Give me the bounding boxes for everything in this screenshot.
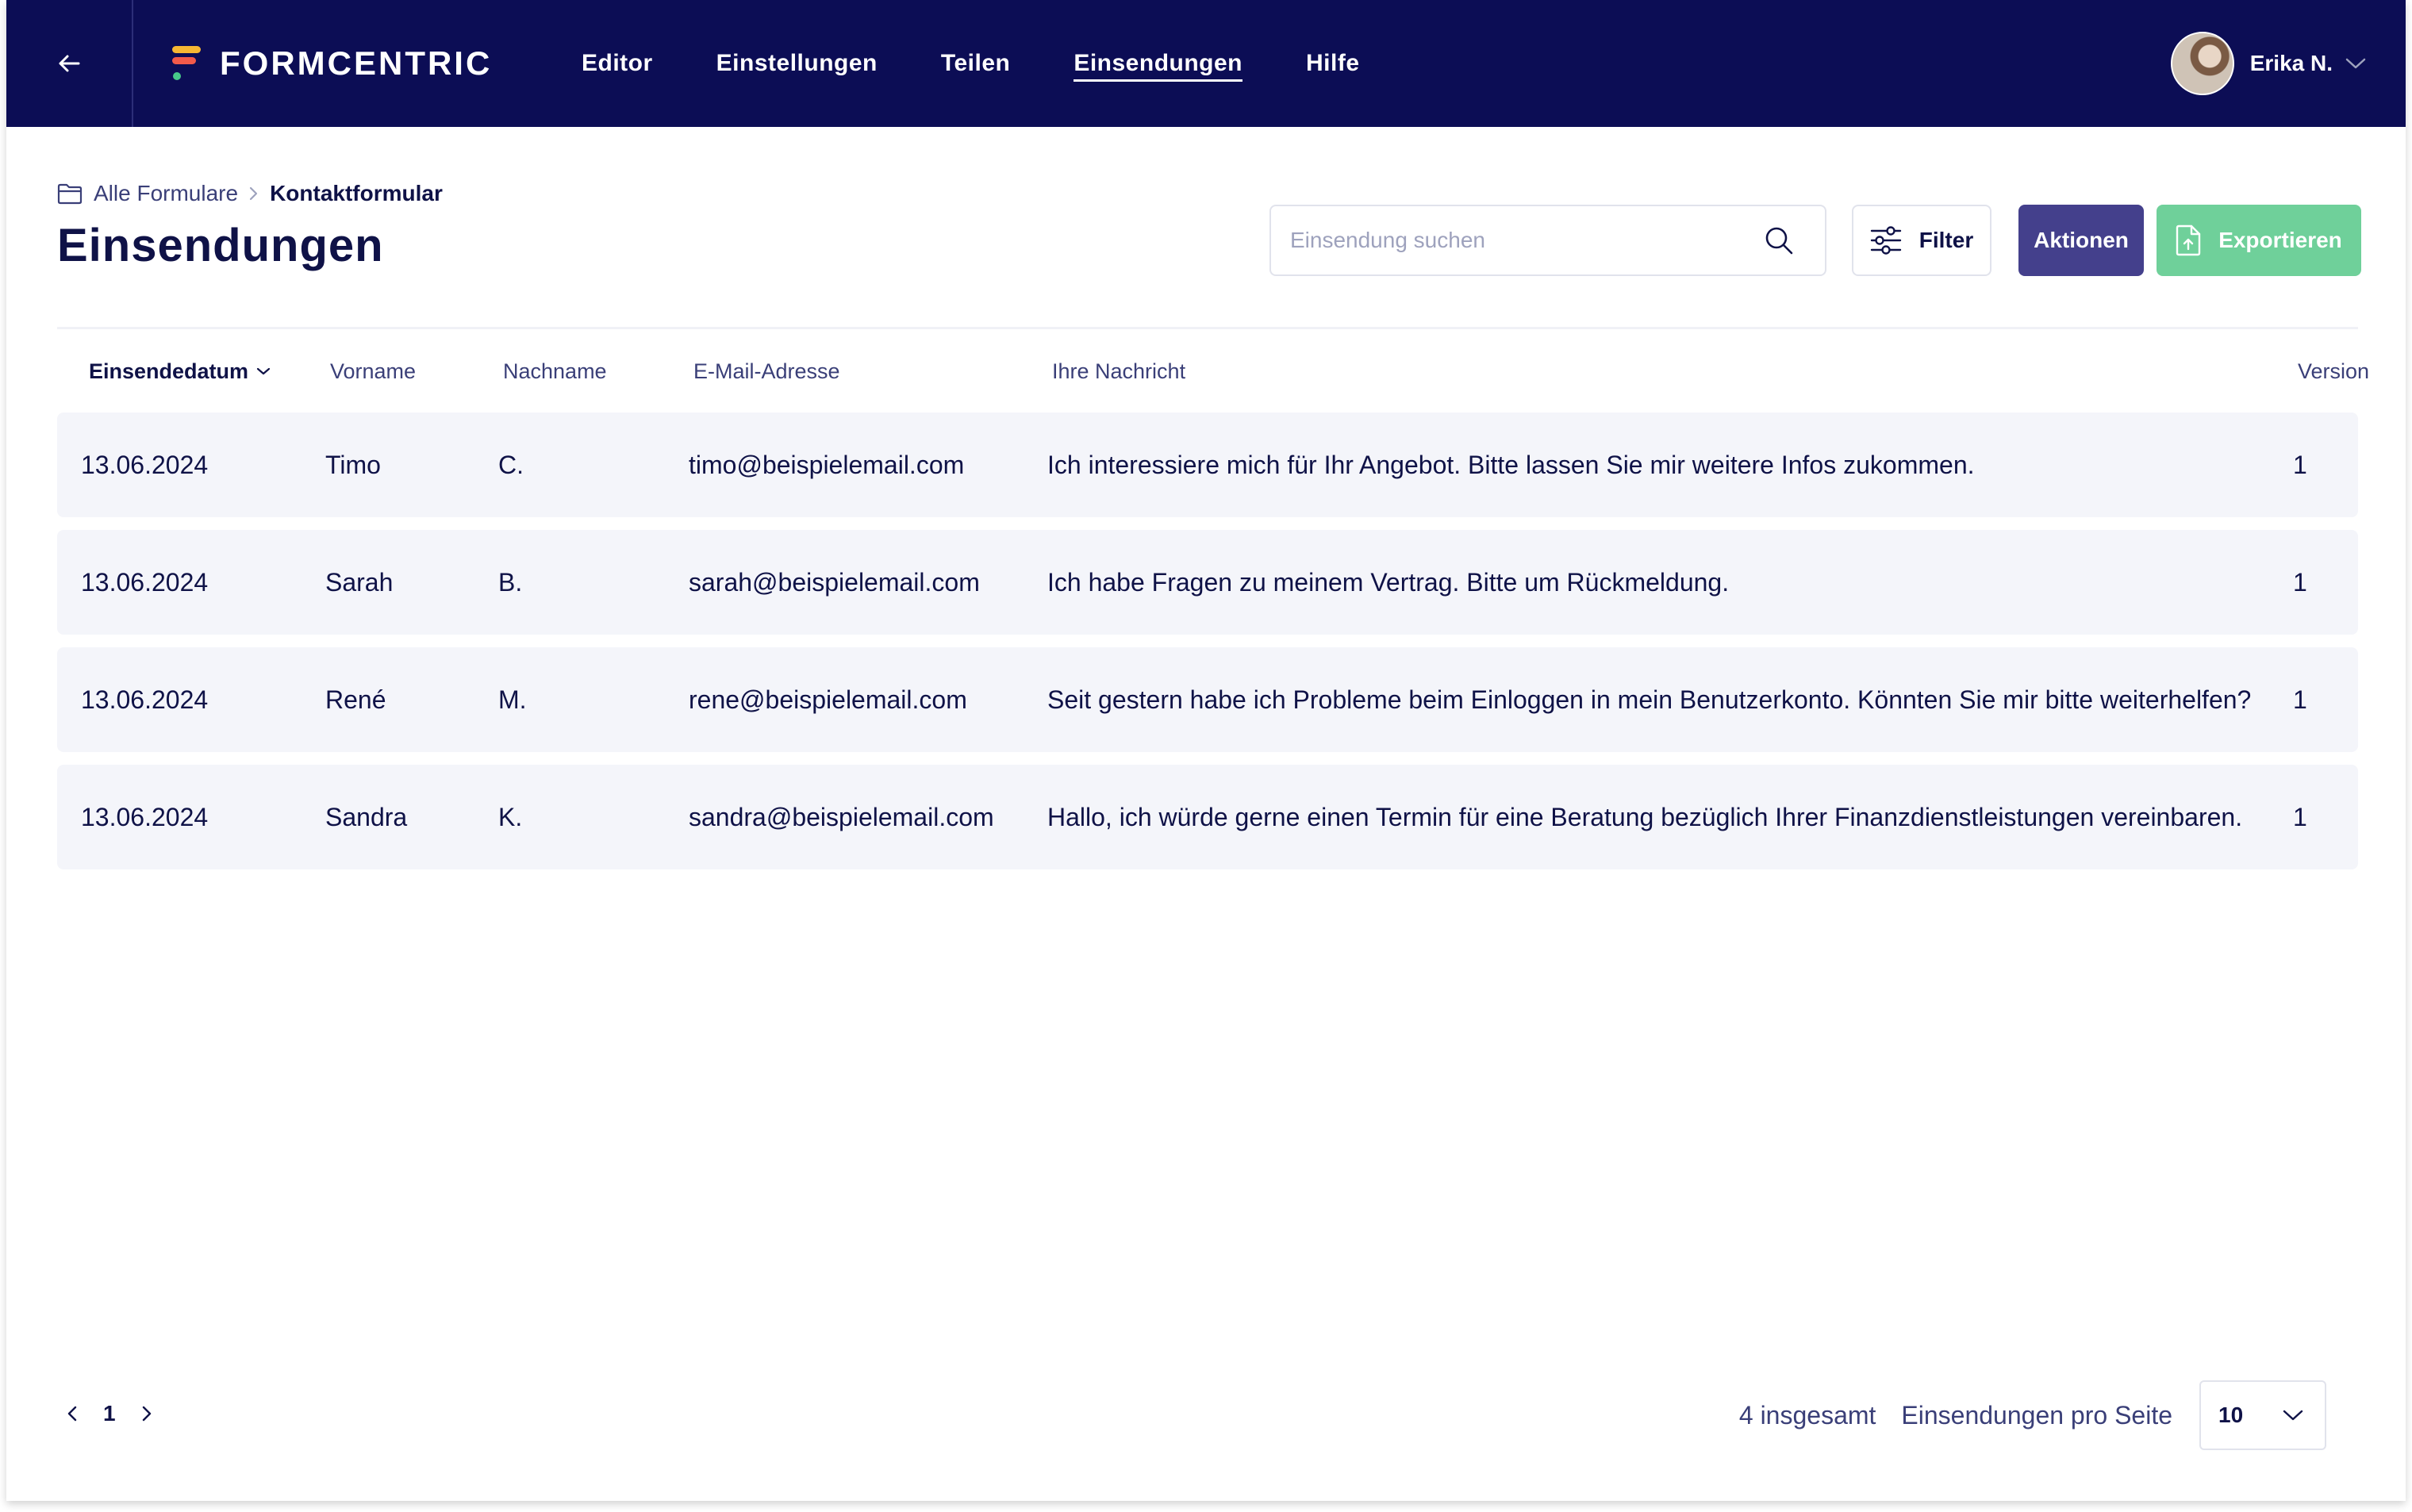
cell-date: 13.06.2024 <box>81 685 209 714</box>
chevron-right-icon <box>249 186 258 201</box>
table-row[interactable]: 13.06.2024 Sarah B. sarah@beispielemail.… <box>57 530 2358 635</box>
table-header: Einsendedatum Vorname Nachname E-Mail-Ad… <box>57 354 2369 389</box>
export-button[interactable]: Exportieren <box>2157 205 2361 276</box>
column-header-vorname[interactable]: Vorname <box>330 354 416 389</box>
file-upload-icon <box>2176 224 2201 256</box>
back-button[interactable] <box>6 0 133 127</box>
cell-last-name: K. <box>498 803 523 831</box>
cell-date: 13.06.2024 <box>81 451 209 479</box>
cell-email: timo@beispielemail.com <box>689 451 965 479</box>
nav-editor[interactable]: Editor <box>582 0 653 127</box>
per-page-value: 10 <box>2218 1403 2244 1427</box>
cell-last-name: C. <box>498 451 524 479</box>
cell-last-name: M. <box>498 685 527 714</box>
nav-hilfe[interactable]: Hilfe <box>1306 0 1360 127</box>
column-header-email[interactable]: E-Mail-Adresse <box>693 354 840 389</box>
breadcrumb-current: Kontaktformular <box>270 181 443 205</box>
pagination-summary: 4 insgesamt Einsendungen pro Seite 10 <box>1739 1380 2326 1450</box>
brand-name: FORMCENTRIC <box>220 44 493 82</box>
export-label: Exportieren <box>2218 228 2342 252</box>
actions-button[interactable]: Aktionen <box>2018 205 2144 276</box>
arrow-left-icon <box>59 55 80 72</box>
nav-einstellungen[interactable]: Einstellungen <box>716 0 878 127</box>
cell-email: rene@beispielemail.com <box>689 685 967 714</box>
table-row[interactable]: 13.06.2024 Timo C. timo@beispielemail.co… <box>57 413 2358 517</box>
cell-last-name: B. <box>498 568 523 597</box>
page-number-1[interactable]: 1 <box>103 1401 116 1426</box>
cell-email: sarah@beispielemail.com <box>689 568 980 597</box>
cell-version: 1 <box>2293 803 2307 831</box>
next-page-button[interactable] <box>141 1405 152 1422</box>
brand-logo[interactable]: FORMCENTRIC <box>169 44 492 83</box>
cell-first-name: Sarah <box>325 568 394 597</box>
cell-first-name: Sandra <box>325 803 408 831</box>
cell-first-name: Timo <box>325 451 381 479</box>
chevron-down-icon <box>256 367 271 375</box>
per-page-label: Einsendungen pro Seite <box>1901 1400 2172 1429</box>
cell-message: Ich habe Fragen zu meinem Vertrag. Bitte… <box>1047 568 1730 597</box>
breadcrumb: Alle Formulare Kontaktformular <box>57 179 443 208</box>
user-name: Erika N. <box>2249 51 2333 75</box>
previous-page-button[interactable] <box>67 1405 78 1422</box>
page-title: Einsendungen <box>57 220 384 271</box>
table-divider <box>57 327 2358 329</box>
nav-teilen[interactable]: Teilen <box>941 0 1010 127</box>
folder-icon <box>57 183 83 205</box>
column-header-version[interactable]: Version <box>2298 354 2369 389</box>
avatar <box>2170 32 2234 95</box>
chevron-down-icon <box>2345 58 2366 69</box>
column-header-nachricht[interactable]: Ihre Nachricht <box>1052 354 1185 389</box>
chevron-left-icon <box>67 1406 77 1422</box>
search-input[interactable] <box>1271 206 1763 274</box>
column-header-einsendedatum[interactable]: Einsendedatum <box>89 354 271 389</box>
cell-email: sandra@beispielemail.com <box>689 803 994 831</box>
cell-version: 1 <box>2293 568 2307 597</box>
pagination: 1 <box>67 1396 152 1431</box>
cell-first-name: René <box>325 685 386 714</box>
logo-mark <box>172 46 201 80</box>
search-field <box>1269 205 1826 276</box>
cell-date: 13.06.2024 <box>81 803 209 831</box>
column-header-nachname[interactable]: Nachname <box>503 354 607 389</box>
total-count: 4 insgesamt <box>1738 1400 1876 1429</box>
nav-einsendungen[interactable]: Einsendungen <box>1073 0 1242 127</box>
search-icon[interactable] <box>1763 224 1795 256</box>
column-header-label: Einsendedatum <box>89 359 249 383</box>
filter-label: Filter <box>1918 228 1974 252</box>
cell-version: 1 <box>2293 451 2307 479</box>
cell-version: 1 <box>2293 685 2307 714</box>
chevron-down-icon <box>2283 1410 2303 1421</box>
filter-button[interactable]: Filter <box>1852 205 1991 276</box>
chevron-right-icon <box>142 1406 151 1422</box>
cell-message: Ich interessiere mich für Ihr Angebot. B… <box>1047 451 1975 479</box>
user-menu[interactable]: Erika N. <box>2170 30 2366 97</box>
top-navigation-bar: FORMCENTRIC Editor Einstellungen Teilen … <box>6 0 2406 127</box>
main-nav: Editor Einstellungen Teilen Einsendungen… <box>582 0 1423 127</box>
table-row[interactable]: 13.06.2024 René M. rene@beispielemail.co… <box>57 647 2358 752</box>
app-window: FORMCENTRIC Editor Einstellungen Teilen … <box>6 0 2406 1501</box>
per-page-select[interactable]: 10 <box>2199 1380 2326 1450</box>
cell-message: Seit gestern habe ich Probleme beim Einl… <box>1047 685 2252 714</box>
sliders-icon <box>1870 226 1901 255</box>
table-row[interactable]: 13.06.2024 Sandra K. sandra@beispielemai… <box>57 765 2358 869</box>
breadcrumb-all-forms[interactable]: Alle Formulare <box>94 181 238 206</box>
cell-message: Hallo, ich würde gerne einen Termin für … <box>1047 803 2243 831</box>
cell-date: 13.06.2024 <box>81 568 209 597</box>
